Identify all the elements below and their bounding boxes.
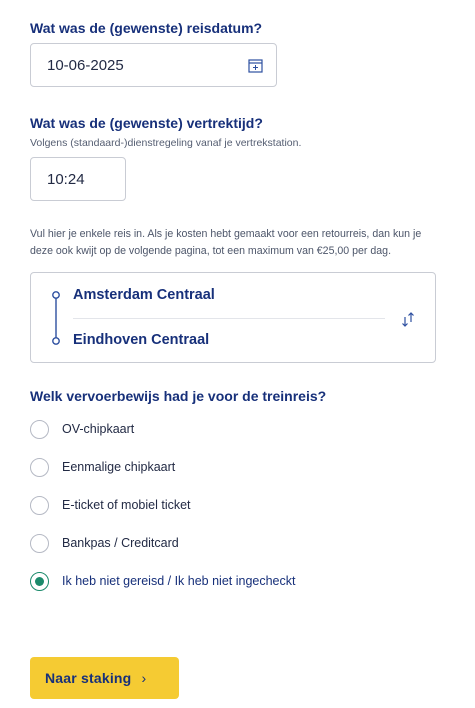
radio-button[interactable] [30, 496, 49, 515]
option-label: OV-chipkaart [62, 422, 135, 436]
radio-dot [35, 577, 44, 586]
calendar-icon[interactable] [248, 58, 263, 73]
radio-button[interactable] [30, 534, 49, 553]
route-line-icon [52, 291, 60, 345]
ticket-question: Welk vervoerbewijs had je voor de treinr… [30, 388, 327, 404]
option-label: E-ticket of mobiel ticket [62, 498, 191, 512]
date-value: 10-06-2025 [47, 57, 124, 74]
radio-button-checked[interactable] [30, 572, 49, 591]
time-value: 10:24 [47, 171, 85, 188]
route-divider [73, 318, 385, 319]
option-label: Ik heb niet gereisd / Ik heb niet ingech… [62, 574, 296, 588]
radio-button[interactable] [30, 458, 49, 477]
route-box: Amsterdam Centraal Eindhoven Centraal [30, 272, 436, 363]
time-field[interactable]: 10:24 [30, 157, 126, 201]
ticket-option-e-ticket[interactable]: E-ticket of mobiel ticket [30, 496, 350, 518]
radio-button[interactable] [30, 420, 49, 439]
chevron-right-icon: › [141, 670, 147, 686]
cta-label: Naar staking [45, 670, 132, 686]
time-question: Wat was de (gewenste) vertrektijd? [30, 115, 263, 131]
naar-staking-button[interactable]: Naar staking › [30, 657, 179, 699]
option-label: Eenmalige chipkaart [62, 460, 176, 474]
single-trip-info: Vul hier je enkele reis in. Als je koste… [30, 228, 422, 257]
date-field[interactable]: 10-06-2025 [30, 43, 277, 87]
from-station[interactable]: Amsterdam Centraal [73, 287, 215, 303]
to-station[interactable]: Eindhoven Centraal [73, 332, 209, 348]
time-hint: Volgens (standaard-)dienstregeling vanaf… [30, 137, 302, 149]
date-question: Wat was de (gewenste) reisdatum? [30, 20, 263, 36]
ticket-option-bankpas[interactable]: Bankpas / Creditcard [30, 534, 350, 556]
ticket-option-ov-chipkaart[interactable]: OV-chipkaart [30, 420, 350, 442]
option-label: Bankpas / Creditcard [62, 536, 179, 550]
ticket-option-eenmalige-chipkaart[interactable]: Eenmalige chipkaart [30, 458, 350, 480]
ticket-option-niet-gereisd[interactable]: Ik heb niet gereisd / Ik heb niet ingech… [30, 572, 350, 594]
swap-arrows-icon[interactable] [400, 311, 416, 328]
